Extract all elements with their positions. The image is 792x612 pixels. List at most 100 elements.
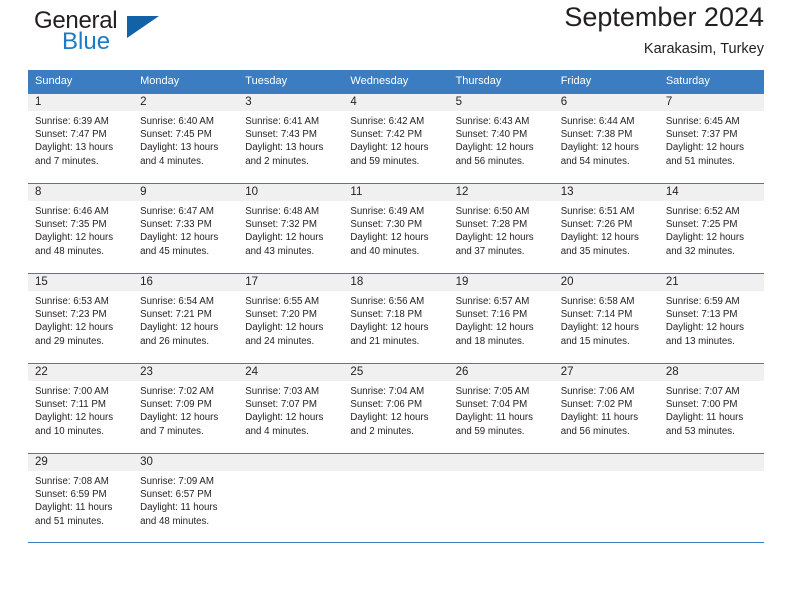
- day-info: Sunrise: 6:50 AM Sunset: 7:28 PM Daylight:…: [449, 201, 554, 258]
- day-number: 14: [658, 184, 764, 201]
- sunrise-time: Sunrise: 7:03 AM: [245, 386, 320, 397]
- calendar-day-cell[interactable]: 1 Sunrise: 6:39 AM Sunset: 7:47 PM Daylight…: [28, 93, 134, 184]
- day-info: Sunrise: 6:48 AM Sunset: 7:32 PM Daylight:…: [238, 201, 343, 258]
- calendar-body: 1 Sunrise: 6:39 AM Sunset: 7:47 PM Daylight…: [28, 93, 764, 542]
- daylight-duration-line2: and 35 minutes.: [560, 245, 630, 257]
- daylight-duration-line2: and 10 minutes.: [35, 425, 104, 437]
- daylight-duration-line1: Daylight: 11 hours: [455, 412, 533, 424]
- sunrise-time: Sunrise: 6:41 AM: [245, 116, 320, 127]
- calendar-day-cell[interactable]: 29 Sunrise: 7:08 AM Sunset: 6:59 PM Dayligh…: [28, 453, 134, 542]
- general-blue-logo: General Blue: [34, 8, 174, 64]
- calendar-day-cell[interactable]: 5 Sunrise: 6:43 AM Sunset: 7:40 PM Daylight…: [448, 93, 554, 184]
- sunrise-time: Sunrise: 6:57 AM: [455, 296, 530, 307]
- calendar-day-cell[interactable]: 17 Sunrise: 6:55 AM Sunset: 7:20 PM Dayligh…: [238, 273, 344, 364]
- calendar-day-cell[interactable]: 2 Sunrise: 6:40 AM Sunset: 7:45 PM Daylight…: [133, 93, 239, 184]
- weekday-header-sunday: Sunday: [28, 70, 134, 94]
- calendar-week-row: 1 Sunrise: 6:39 AM Sunset: 7:47 PM Daylight…: [28, 93, 764, 184]
- calendar-day-cell[interactable]: 16 Sunrise: 6:54 AM Sunset: 7:21 PM Dayligh…: [133, 273, 239, 364]
- day-number: 25: [343, 364, 449, 381]
- day-info: Sunrise: 6:57 AM Sunset: 7:16 PM Daylight:…: [449, 291, 554, 348]
- sunset-time: Sunset: 7:42 PM: [350, 129, 423, 141]
- sunrise-time: Sunrise: 6:44 AM: [560, 116, 635, 127]
- daylight-duration-line1: Daylight: 12 hours: [140, 232, 219, 244]
- sunrise-time: Sunrise: 6:47 AM: [140, 206, 214, 217]
- sunrise-time: Sunrise: 6:49 AM: [350, 206, 425, 217]
- sunset-time: Sunset: 7:02 PM: [560, 399, 633, 411]
- calendar-day-cell[interactable]: 21 Sunrise: 6:59 AM Sunset: 7:13 PM Dayligh…: [658, 273, 764, 364]
- sunset-time: Sunset: 7:25 PM: [665, 219, 738, 231]
- calendar-day-cell[interactable]: 7 Sunrise: 6:45 AM Sunset: 7:37 PM Daylight…: [658, 93, 764, 184]
- day-info: Sunrise: 6:51 AM Sunset: 7:26 PM Daylight:…: [554, 201, 659, 258]
- calendar-day-cell[interactable]: 24 Sunrise: 7:03 AM Sunset: 7:07 PM Dayligh…: [238, 363, 344, 454]
- calendar-day-cell[interactable]: 4 Sunrise: 6:42 AM Sunset: 7:42 PM Daylight…: [343, 93, 449, 184]
- daylight-duration-line2: and 7 minutes.: [35, 155, 99, 167]
- daylight-duration-line2: and 2 minutes.: [245, 155, 309, 167]
- calendar-day-cell[interactable]: 20 Sunrise: 6:58 AM Sunset: 7:14 PM Dayligh…: [553, 273, 659, 364]
- sunrise-time: Sunrise: 7:06 AM: [560, 386, 635, 397]
- calendar-day-cell[interactable]: 12 Sunrise: 6:50 AM Sunset: 7:28 PM Dayligh…: [448, 183, 554, 274]
- calendar-day-cell[interactable]: 15 Sunrise: 6:53 AM Sunset: 7:23 PM Dayligh…: [28, 273, 134, 364]
- sunset-time: Sunset: 7:37 PM: [665, 129, 738, 141]
- daylight-duration-line2: and 32 minutes.: [665, 245, 735, 257]
- calendar-day-cell[interactable]: 6 Sunrise: 6:44 AM Sunset: 7:38 PM Daylight…: [553, 93, 659, 184]
- calendar-week-row: 15 Sunrise: 6:53 AM Sunset: 7:23 PM Dayligh…: [28, 273, 764, 364]
- daylight-duration-line1: Daylight: 12 hours: [455, 322, 534, 334]
- calendar-day-cell[interactable]: 11 Sunrise: 6:49 AM Sunset: 7:30 PM Dayligh…: [343, 183, 449, 274]
- daylight-duration-line1: Daylight: 11 hours: [560, 412, 639, 424]
- daylight-duration-line1: Daylight: 13 hours: [140, 142, 219, 154]
- daylight-duration-line2: and 24 minutes.: [245, 335, 315, 347]
- calendar-day-cell[interactable]: 9 Sunrise: 6:47 AM Sunset: 7:33 PM Daylight…: [133, 183, 239, 274]
- sunset-time: Sunset: 7:11 PM: [35, 399, 106, 411]
- day-number: 9: [133, 184, 239, 201]
- daylight-duration-line1: Daylight: 12 hours: [35, 412, 114, 424]
- sunset-time: Sunset: 7:47 PM: [35, 129, 107, 141]
- daylight-duration-line1: Daylight: 13 hours: [35, 142, 114, 154]
- day-number: 7: [658, 94, 764, 111]
- day-number: [238, 454, 344, 471]
- calendar-day-cell[interactable]: 30 Sunrise: 7:09 AM Sunset: 6:57 PM Dayligh…: [133, 453, 239, 542]
- calendar-bottom-rule: [28, 541, 764, 543]
- calendar-day-cell[interactable]: 3 Sunrise: 6:41 AM Sunset: 7:43 PM Daylight…: [238, 93, 344, 184]
- calendar-day-cell-empty: [448, 453, 554, 542]
- day-number: 11: [343, 184, 449, 201]
- sunrise-time: Sunrise: 6:43 AM: [455, 116, 530, 127]
- calendar-day-cell[interactable]: 28 Sunrise: 7:07 AM Sunset: 7:00 PM Dayligh…: [658, 363, 764, 454]
- sunset-time: Sunset: 7:00 PM: [665, 399, 738, 411]
- day-info: Sunrise: 6:45 AM Sunset: 7:37 PM Daylight:…: [659, 111, 764, 168]
- day-info: Sunrise: 6:52 AM Sunset: 7:25 PM Daylight:…: [659, 201, 764, 258]
- day-number: 15: [28, 274, 134, 291]
- sunrise-time: Sunrise: 7:05 AM: [455, 386, 530, 397]
- daylight-duration-line2: and 21 minutes.: [350, 335, 420, 347]
- sunrise-time: Sunrise: 7:04 AM: [350, 386, 425, 397]
- day-number: 19: [448, 274, 554, 291]
- day-info: Sunrise: 7:06 AM Sunset: 7:02 PM Daylight:…: [554, 381, 659, 438]
- weekday-header-wednesday: Wednesday: [343, 70, 449, 94]
- calendar-day-cell[interactable]: 18 Sunrise: 6:56 AM Sunset: 7:18 PM Dayligh…: [343, 273, 449, 364]
- calendar-day-cell[interactable]: 26 Sunrise: 7:05 AM Sunset: 7:04 PM Dayligh…: [448, 363, 554, 454]
- calendar-day-cell[interactable]: 23 Sunrise: 7:02 AM Sunset: 7:09 PM Dayligh…: [133, 363, 239, 454]
- daylight-duration-line1: Daylight: 12 hours: [560, 142, 639, 154]
- sunset-time: Sunset: 7:13 PM: [665, 309, 738, 321]
- calendar-day-cell[interactable]: 14 Sunrise: 6:52 AM Sunset: 7:25 PM Dayligh…: [658, 183, 764, 274]
- calendar-day-cell[interactable]: 10 Sunrise: 6:48 AM Sunset: 7:32 PM Dayligh…: [238, 183, 344, 274]
- calendar-week-row: 29 Sunrise: 7:08 AM Sunset: 6:59 PM Dayligh…: [28, 453, 764, 542]
- daylight-duration-line1: Daylight: 13 hours: [245, 142, 324, 154]
- sunrise-time: Sunrise: 6:53 AM: [35, 296, 109, 307]
- day-number: 23: [133, 364, 239, 381]
- daylight-duration-line1: Daylight: 12 hours: [35, 322, 114, 334]
- daylight-duration-line1: Daylight: 12 hours: [560, 232, 639, 244]
- sunrise-time: Sunrise: 6:54 AM: [140, 296, 214, 307]
- day-number: [448, 454, 554, 471]
- daylight-duration-line2: and 54 minutes.: [560, 155, 630, 167]
- calendar-day-cell[interactable]: 25 Sunrise: 7:04 AM Sunset: 7:06 PM Dayligh…: [343, 363, 449, 454]
- day-info: Sunrise: 6:39 AM Sunset: 7:47 PM Daylight:…: [28, 111, 133, 168]
- calendar-day-cell[interactable]: 22 Sunrise: 7:00 AM Sunset: 7:11 PM Dayligh…: [28, 363, 134, 454]
- calendar-day-cell[interactable]: 8 Sunrise: 6:46 AM Sunset: 7:35 PM Daylight…: [28, 183, 134, 274]
- sunrise-time: Sunrise: 6:40 AM: [140, 116, 214, 127]
- page-title: September 2024: [564, 2, 764, 32]
- day-number: 1: [28, 94, 134, 111]
- sunset-time: Sunset: 7:21 PM: [140, 309, 212, 321]
- calendar-day-cell[interactable]: 19 Sunrise: 6:57 AM Sunset: 7:16 PM Dayligh…: [448, 273, 554, 364]
- calendar-day-cell[interactable]: 27 Sunrise: 7:06 AM Sunset: 7:02 PM Dayligh…: [553, 363, 659, 454]
- calendar-day-cell[interactable]: 13 Sunrise: 6:51 AM Sunset: 7:26 PM Dayligh…: [553, 183, 659, 274]
